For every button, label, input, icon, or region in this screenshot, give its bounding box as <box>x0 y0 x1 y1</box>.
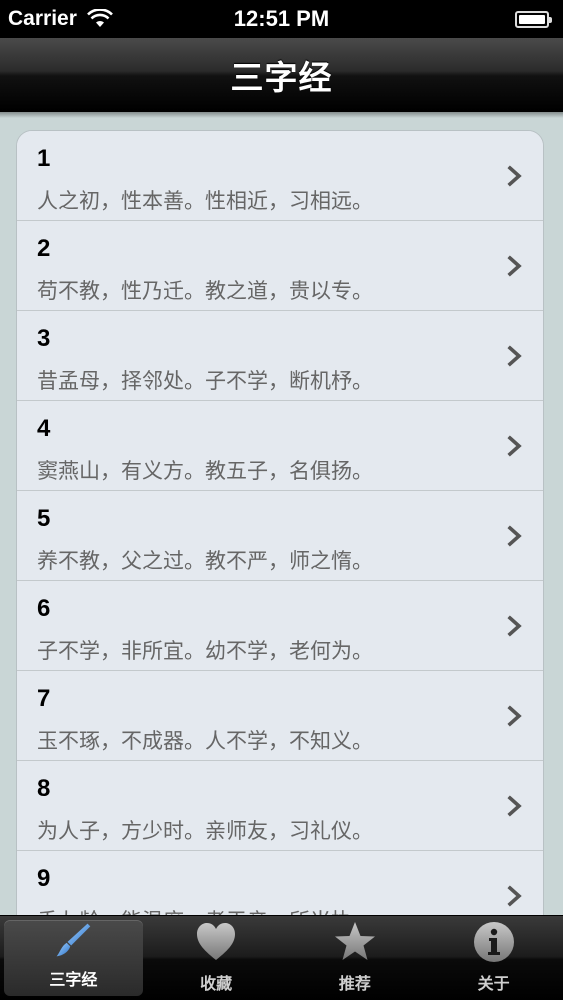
list-item[interactable]: 8 为人子，方少时。亲师友，习礼仪。 <box>17 761 543 851</box>
brush-icon <box>57 923 91 957</box>
verse-number: 3 <box>37 325 51 352</box>
content-area[interactable]: 1 人之初，性本善。性相近，习相远。 2 苟不教，性乃迁。教之道，贵以专。 3 昔孟母，择… <box>0 112 563 915</box>
carrier-label: Carrier <box>8 7 77 30</box>
chevron-right-icon <box>507 255 522 277</box>
verse-text: 人之初，性本善。性相近，习相远。 <box>37 189 373 213</box>
list-item[interactable]: 1 人之初，性本善。性相近，习相远。 <box>17 131 543 221</box>
status-left: Carrier <box>8 7 113 31</box>
verse-text: 子不学，非所宜。幼不学，老何为。 <box>37 639 373 663</box>
list-item[interactable]: 5 养不教，父之过。教不严，师之惰。 <box>17 491 543 581</box>
star-icon <box>334 922 375 960</box>
verse-text: 养不教，父之过。教不严，师之惰。 <box>37 549 373 573</box>
chevron-right-icon <box>507 165 522 187</box>
verse-text: 苟不教，性乃迁。教之道，贵以专。 <box>37 279 373 303</box>
list-item[interactable]: 4 窦燕山，有义方。教五子，名俱扬。 <box>17 401 543 491</box>
list-item[interactable]: 2 苟不教，性乃迁。教之道，贵以专。 <box>17 221 543 311</box>
app-screen: Carrier 12:51 PM 三字经 1 人之初，性本善。性相近，习相远。 2 苟… <box>0 0 563 1000</box>
tab-label: 关于 <box>477 974 510 993</box>
verse-text: 昔孟母，择邻处。子不学，断机杼。 <box>37 369 373 393</box>
verse-number: 1 <box>37 145 51 172</box>
verse-number: 8 <box>37 775 51 802</box>
list-item[interactable]: 3 昔孟母，择邻处。子不学，断机杼。 <box>17 311 543 401</box>
tab-label: 推荐 <box>338 974 371 993</box>
tab-2[interactable]: 推荐 <box>286 916 425 1000</box>
wifi-icon <box>86 9 113 27</box>
chevron-right-icon <box>507 885 522 907</box>
navigation-bar: 三字经 <box>0 38 563 112</box>
verse-number: 4 <box>37 415 51 442</box>
list-item[interactable]: 6 子不学，非所宜。幼不学，老何为。 <box>17 581 543 671</box>
chevron-right-icon <box>507 795 522 817</box>
tab-label: 收藏 <box>200 974 233 993</box>
battery-icon <box>515 10 552 28</box>
tab-bar: 三字经 收藏 推荐 关于 <box>0 915 563 1000</box>
tab-0[interactable]: 三字经 <box>4 920 143 996</box>
verse-text: 香九龄，能温席。孝于亲，所当执。 <box>37 905 373 915</box>
chevron-right-icon <box>507 525 522 547</box>
chevron-right-icon <box>507 615 522 637</box>
verse-list: 1 人之初，性本善。性相近，习相远。 2 苟不教，性乃迁。教之道，贵以专。 3 昔孟母，择… <box>16 130 544 915</box>
verse-text: 玉不琢，不成器。人不学，不知义。 <box>37 729 373 753</box>
chevron-right-icon <box>507 345 522 367</box>
verse-number: 6 <box>37 595 51 622</box>
chevron-right-icon <box>507 435 522 457</box>
verse-number: 9 <box>37 865 51 892</box>
page-title: 三字经 <box>230 57 333 97</box>
status-bar: Carrier 12:51 PM <box>0 0 563 38</box>
info-icon <box>473 922 514 962</box>
verse-number: 5 <box>37 505 51 532</box>
verse-text: 为人子，方少时。亲师友，习礼仪。 <box>37 819 373 843</box>
verse-number: 2 <box>37 235 51 262</box>
heart-icon <box>197 923 236 960</box>
list-item[interactable]: 9 香九龄，能温席。孝于亲，所当执。 <box>17 851 543 915</box>
chevron-right-icon <box>507 705 522 727</box>
verse-number: 7 <box>37 685 51 712</box>
list-item[interactable]: 7 玉不琢，不成器。人不学，不知义。 <box>17 671 543 761</box>
tab-1[interactable]: 收藏 <box>147 916 286 1000</box>
tab-label: 三字经 <box>49 970 98 989</box>
battery-fill <box>519 14 545 24</box>
verse-text: 窦燕山，有义方。教五子，名俱扬。 <box>37 459 373 483</box>
tab-3[interactable]: 关于 <box>424 916 563 1000</box>
